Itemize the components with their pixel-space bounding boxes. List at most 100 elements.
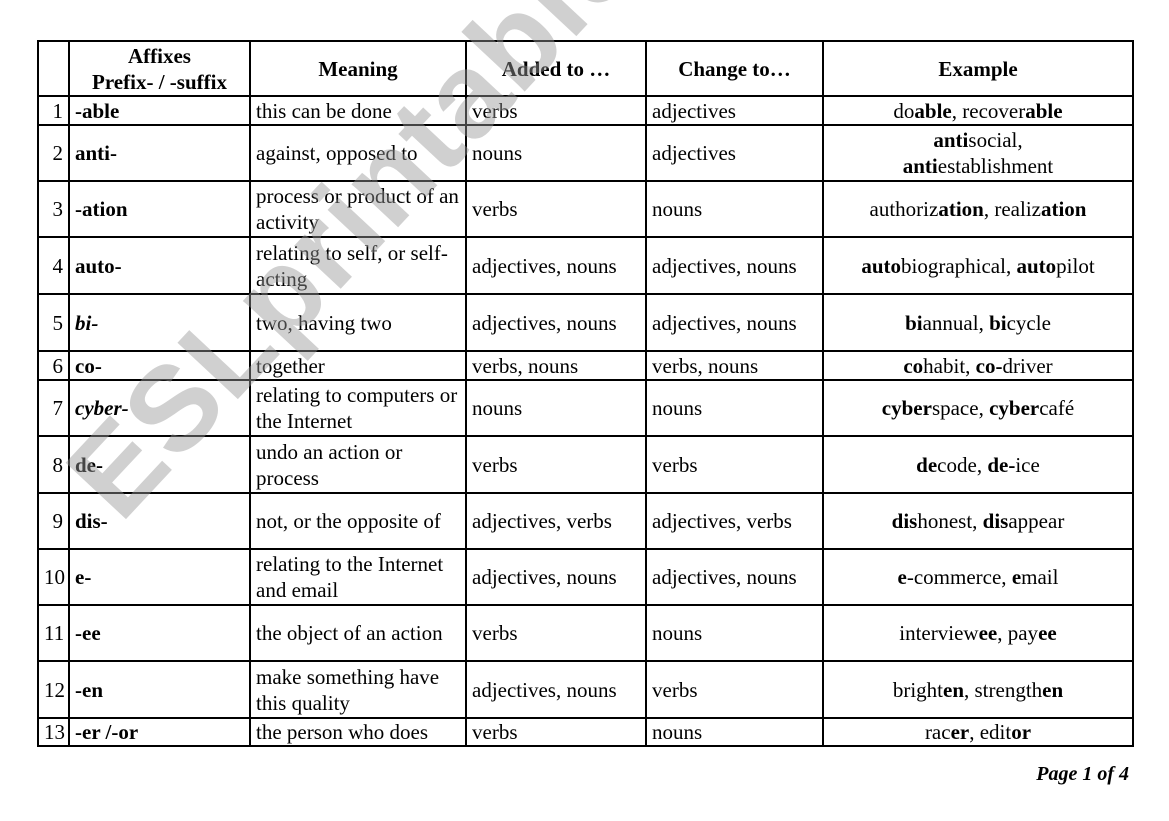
example-text: biographical, <box>901 253 1017 278</box>
added-to-cell: adjectives, nouns <box>465 236 647 295</box>
added-to-cell: nouns <box>465 379 647 437</box>
example-affix-highlight: cyber <box>989 396 1040 420</box>
row-number: 13 <box>37 717 70 747</box>
meaning-cell: against, opposed to <box>249 124 467 182</box>
affix-cell: -en <box>68 660 251 719</box>
table-row: 4 auto-relating to self, or self-acting ad… <box>37 236 1134 295</box>
row-number: 10 <box>37 548 70 606</box>
example-text: interview <box>899 621 979 645</box>
meaning-cell: process or product of an activity <box>249 180 467 238</box>
table-row: 3 -ation process or product of an activity… <box>37 180 1134 238</box>
affix-cell: co- <box>68 350 251 381</box>
example-text: habit, <box>923 353 976 378</box>
example-affix-highlight: ation <box>1040 197 1087 221</box>
table-row: 9 dis-not, or the opposite of adjectives, … <box>37 492 1134 550</box>
row-number: 3 <box>37 180 70 238</box>
meaning-cell: not, or the opposite of <box>249 492 467 550</box>
affix-cell: auto- <box>68 236 251 295</box>
table-row: 10 e-relating to the Internet and email ad… <box>37 548 1134 606</box>
header-added-to: Added to … <box>465 40 647 97</box>
added-to-cell: nouns <box>465 124 647 182</box>
example-affix-highlight: ee <box>1038 621 1057 645</box>
example-text: -commerce, <box>906 565 1012 589</box>
meaning-cell: undo an action or process <box>249 435 467 494</box>
meaning-cell: two, having two <box>249 293 467 352</box>
change-to-cell: adjectives, nouns <box>645 293 824 352</box>
header-number <box>37 40 70 97</box>
change-to-cell: nouns <box>645 379 824 437</box>
example-affix-highlight: able <box>914 98 952 123</box>
example-affix-highlight: anti <box>933 128 969 152</box>
header-meaning: Meaning <box>249 40 467 97</box>
example-affix-highlight: bi <box>989 310 1007 335</box>
row-number: 12 <box>37 660 70 719</box>
row-number: 6 <box>37 350 70 381</box>
example-text: ice <box>1015 452 1040 477</box>
example-cell: brighten, strengthen <box>822 660 1134 719</box>
added-to-cell: verbs, nouns <box>465 350 647 381</box>
change-to-cell: adjectives <box>645 124 824 182</box>
header-example: Example <box>822 40 1134 97</box>
example-affix-highlight: able <box>1025 98 1063 123</box>
meaning-cell: relating to the Internet and email <box>249 548 467 606</box>
row-number: 4 <box>37 236 70 295</box>
example-cell: doable, recoverable <box>822 95 1134 126</box>
example-affix-highlight: co <box>903 353 924 378</box>
example-affix-highlight: en <box>943 677 964 702</box>
example-affix-highlight: ation <box>938 197 984 221</box>
example-affix-highlight: cyber <box>881 396 932 420</box>
example-affix-highlight: en <box>1042 677 1064 702</box>
added-to-cell: adjectives, nouns <box>465 660 647 719</box>
added-to-cell: verbs <box>465 180 647 238</box>
example-affix-highlight: co- <box>975 353 1003 378</box>
example-cell: interviewee, payee <box>822 604 1134 662</box>
example-text: driver <box>1002 353 1053 378</box>
header-affixes-line1: Affixes <box>128 43 191 68</box>
example-cell: decode, de-ice <box>822 435 1134 494</box>
example-affix-highlight: de <box>916 452 938 477</box>
change-to-cell: adjectives, nouns <box>645 548 824 606</box>
table-row: 7 cyber-relating to computers or the Inte… <box>37 379 1134 437</box>
example-text: , strength <box>964 677 1043 702</box>
example-affix-highlight: dis <box>891 509 918 533</box>
meaning-cell: this can be done <box>249 95 467 126</box>
example-affix-highlight: or <box>1011 720 1032 744</box>
example-text: bright <box>892 677 943 702</box>
row-number: 8 <box>37 435 70 494</box>
added-to-cell: adjectives, nouns <box>465 293 647 352</box>
example-affix-highlight: er <box>950 720 970 744</box>
affix-cell: cyber- <box>68 379 251 437</box>
change-to-cell: adjectives, nouns <box>645 236 824 295</box>
row-number: 9 <box>37 492 70 550</box>
table-row: 1 -able this can be done verbs adjectives doa… <box>37 95 1134 126</box>
affix-cell: anti- <box>68 124 251 182</box>
example-affix-highlight: e <box>897 565 907 589</box>
example-cell: cohabit, co-driver <box>822 350 1134 381</box>
example-cell: racer, editor <box>822 717 1134 747</box>
table-row: 11 -ee the object of an action verbs nouns in… <box>37 604 1134 662</box>
header-affixes: Affixes Prefix- / -suffix <box>68 40 251 97</box>
table-row: 2 anti-against, opposed to nouns adjectives… <box>37 124 1134 182</box>
example-affix-highlight: ee <box>978 621 998 645</box>
example-text: , recover <box>951 98 1026 123</box>
example-text: , edit <box>969 720 1012 744</box>
meaning-cell: relating to self, or self-acting <box>249 236 467 295</box>
table-header-row: Affixes Prefix- / -suffix Meaning Added … <box>37 40 1134 97</box>
affix-cell: de- <box>68 435 251 494</box>
affix-cell: -able <box>68 95 251 126</box>
example-affix-highlight: anti <box>902 154 938 178</box>
meaning-cell: make something have this quality <box>249 660 467 719</box>
added-to-cell: verbs <box>465 717 647 747</box>
example-text: code, <box>937 452 988 477</box>
example-cell: biannual, bicycle <box>822 293 1134 352</box>
example-text: pilot <box>1056 253 1095 278</box>
example-text: space, <box>931 396 990 420</box>
affix-cell: -er /-or <box>68 717 251 747</box>
example-text: establishment <box>937 154 1054 178</box>
example-text: , realiz <box>983 197 1041 221</box>
table-row: 13 -er /-or the person who does verbs nouns r… <box>37 717 1134 747</box>
example-text: , pay <box>997 621 1039 645</box>
added-to-cell: verbs <box>465 95 647 126</box>
example-text: mail <box>1021 565 1059 589</box>
change-to-cell: adjectives, verbs <box>645 492 824 550</box>
